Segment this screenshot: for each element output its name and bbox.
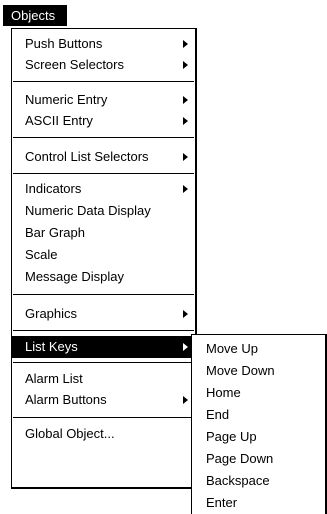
- menu-item-label: List Keys: [25, 339, 78, 354]
- submenu-item-move-down[interactable]: Move Down: [192, 360, 325, 382]
- menu-item-label: Global Object...: [25, 426, 115, 441]
- menu-item-screen-selectors[interactable]: Screen Selectors: [12, 54, 195, 76]
- submenu-item-enter[interactable]: Enter: [192, 492, 325, 514]
- menu-separator: [13, 294, 194, 295]
- menu-item-label: Alarm Buttons: [25, 392, 107, 407]
- menu-item-alarm-list[interactable]: Alarm List: [12, 368, 195, 390]
- menu-item-label: Numeric Entry: [25, 92, 108, 107]
- menu-item-label: Push Buttons: [25, 36, 103, 51]
- menu-separator: [13, 137, 194, 138]
- menu-item-bar-graph[interactable]: Bar Graph: [12, 222, 195, 244]
- submenu-item-label: Page Up: [206, 429, 257, 444]
- submenu-item-label: Move Up: [206, 341, 259, 356]
- submenu-item-backspace[interactable]: Backspace: [192, 470, 325, 492]
- menu-item-global-object[interactable]: Global Object...: [12, 423, 195, 445]
- submenu-item-label: Backspace: [206, 473, 270, 488]
- menu-item-label: Alarm List: [25, 371, 83, 386]
- menu-item-label: Screen Selectors: [25, 57, 124, 72]
- submenu-item-label: End: [206, 407, 230, 422]
- menu-item-push-buttons[interactable]: Push Buttons: [12, 33, 195, 55]
- submenu-arrow-icon: [183, 96, 188, 104]
- menu-separator: [13, 362, 194, 363]
- submenu-item-page-up[interactable]: Page Up: [192, 426, 325, 448]
- menu-separator: [13, 81, 194, 82]
- menu-item-indicators[interactable]: Indicators: [12, 178, 195, 200]
- submenu-arrow-icon: [183, 396, 188, 404]
- objects-menu-title[interactable]: Objects: [3, 5, 67, 26]
- menu-separator: [13, 173, 194, 174]
- menu-separator: [13, 417, 194, 418]
- objects-dropdown-menu: Push Buttons Screen Selectors Numeric En…: [11, 28, 197, 489]
- menu-item-label: Message Display: [25, 269, 124, 284]
- submenu-arrow-icon: [183, 185, 188, 193]
- menu-item-control-list-selectors[interactable]: Control List Selectors: [12, 146, 195, 168]
- submenu-item-label: Home: [206, 385, 241, 400]
- submenu-arrow-icon: [183, 153, 188, 161]
- menu-bar: Objects: [0, 0, 327, 28]
- submenu-item-end[interactable]: End: [192, 404, 325, 426]
- submenu-item-home[interactable]: Home: [192, 382, 325, 404]
- menu-item-label: Graphics: [25, 306, 78, 321]
- menu-item-label: ASCII Entry: [25, 113, 93, 128]
- menu-item-label: Bar Graph: [25, 225, 85, 240]
- submenu-item-label: Move Down: [206, 363, 275, 378]
- menu-item-numeric-entry[interactable]: Numeric Entry: [12, 89, 195, 111]
- menu-item-label: Numeric Data Display: [25, 203, 151, 218]
- submenu-item-label: Enter: [206, 495, 238, 510]
- menu-item-label: Indicators: [25, 181, 82, 196]
- submenu-arrow-icon: [183, 117, 188, 125]
- submenu-item-page-down[interactable]: Page Down: [192, 448, 325, 470]
- submenu-arrow-icon: [183, 40, 188, 48]
- menu-item-numeric-data-display[interactable]: Numeric Data Display: [12, 200, 195, 222]
- menu-item-graphics[interactable]: Graphics: [12, 303, 195, 325]
- submenu-arrow-icon: [183, 343, 188, 351]
- menu-item-list-keys[interactable]: List Keys: [12, 336, 195, 358]
- submenu-arrow-icon: [183, 310, 188, 318]
- menu-item-message-display[interactable]: Message Display: [12, 266, 195, 288]
- list-keys-submenu: Move Up Move Down Home End Page Up Page …: [191, 334, 327, 514]
- menu-item-label: Scale: [25, 247, 58, 262]
- submenu-item-move-up[interactable]: Move Up: [192, 338, 325, 360]
- menu-item-alarm-buttons[interactable]: Alarm Buttons: [12, 389, 195, 411]
- menu-item-label: Control List Selectors: [25, 149, 149, 164]
- menu-item-scale[interactable]: Scale: [12, 244, 195, 266]
- menu-separator: [13, 330, 194, 331]
- submenu-item-label: Page Down: [206, 451, 274, 466]
- menu-item-ascii-entry[interactable]: ASCII Entry: [12, 110, 195, 132]
- submenu-arrow-icon: [183, 61, 188, 69]
